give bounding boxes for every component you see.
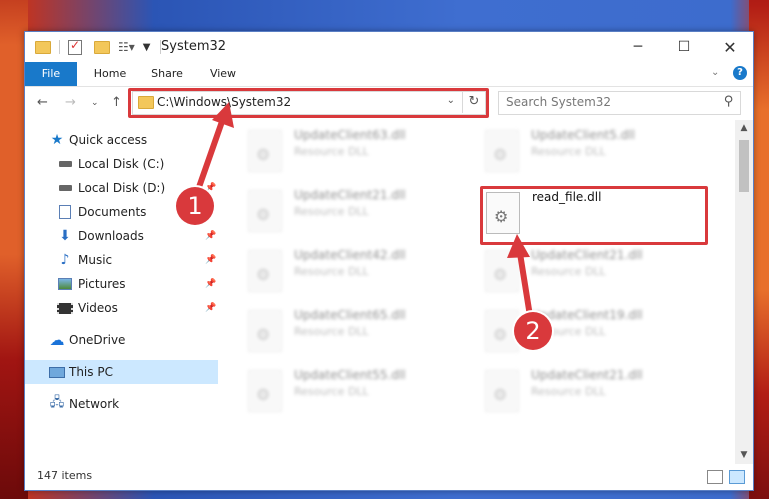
- callout-1: 1: [176, 187, 214, 225]
- arrow-2-head: [507, 234, 530, 258]
- callout-2: 2: [514, 312, 552, 350]
- arrow-1-line: [195, 112, 228, 191]
- annotation-arrows: [195, 102, 533, 317]
